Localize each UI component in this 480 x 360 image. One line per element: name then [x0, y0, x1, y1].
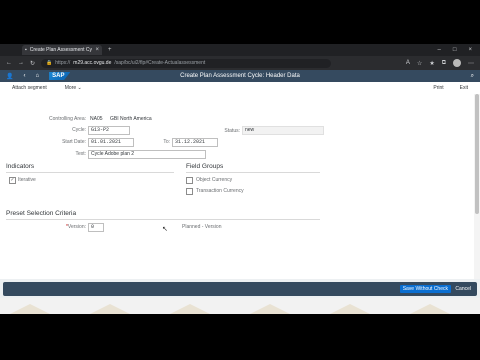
tab-bar: ▪ Create Plan Assessment Cycle: H × + – …: [0, 44, 480, 56]
decor-triangle: [170, 304, 210, 314]
preset-selection-title: Preset Selection Criteria: [6, 210, 77, 217]
page-icon: ▪: [25, 47, 27, 53]
controlling-area-label: Controlling Area:: [49, 116, 86, 122]
profile-avatar[interactable]: [453, 59, 461, 67]
scrollbar-thumb[interactable]: [475, 94, 479, 214]
header-data-form: Controlling Area: NA05 GBI North America…: [0, 94, 474, 279]
url-host: m29.acc.ovgu.de: [73, 60, 112, 66]
footer-toolbar: Save Without Check Cancel: [3, 282, 477, 296]
start-date-label: Start Date:: [62, 139, 86, 145]
maximize-icon[interactable]: □: [453, 47, 457, 53]
mouse-cursor-icon: ↖: [162, 226, 168, 233]
controlling-area-description: GBI North America: [110, 116, 152, 122]
save-without-check-button[interactable]: Save Without Check: [399, 285, 451, 293]
iterative-label: Iterative: [18, 177, 36, 183]
cancel-button[interactable]: Cancel: [453, 285, 473, 293]
address-bar: ← → ↻ 🔒 https://m29.acc.ovgu.de/sap/bc/u…: [0, 56, 480, 70]
field-groups-divider: [186, 172, 320, 173]
window-controls: – □ ×: [438, 47, 472, 53]
minimize-icon[interactable]: –: [438, 47, 441, 53]
browser-toolbar-icons: A ☆ ★ ⧉ ⋯: [406, 59, 474, 67]
favorite-icon[interactable]: ☆: [417, 60, 422, 67]
cycle-field[interactable]: G13-P2: [88, 126, 130, 135]
version-field[interactable]: 0: [88, 223, 104, 232]
home-icon[interactable]: ⌂: [35, 73, 39, 79]
status-label: Status:: [224, 128, 240, 134]
version-description: Planned - Version: [182, 224, 222, 230]
browser-window: ▪ Create Plan Assessment Cycle: H × + – …: [0, 44, 480, 314]
text-field[interactable]: Cycle Adobe plan 2: [88, 150, 206, 159]
decor-triangle: [250, 304, 290, 314]
close-window-icon[interactable]: ×: [468, 47, 472, 53]
cycle-label: Cycle:: [72, 127, 86, 133]
decor-triangle: [410, 304, 450, 314]
exit-button[interactable]: Exit: [460, 85, 468, 91]
browser-tab[interactable]: ▪ Create Plan Assessment Cycle: H ×: [22, 45, 102, 55]
object-currency-checkbox[interactable]: [186, 177, 193, 184]
indicators-divider: [6, 172, 174, 173]
favorites-list-icon[interactable]: ★: [429, 60, 434, 67]
status-value: new: [242, 126, 324, 135]
to-label: To:: [163, 139, 170, 145]
tab-title: Create Plan Assessment Cycle: H: [29, 47, 93, 53]
forward-icon[interactable]: →: [18, 60, 24, 66]
lock-icon: 🔒: [46, 60, 53, 66]
read-aloud-icon[interactable]: A: [406, 60, 410, 66]
field-groups-title: Field Groups: [186, 163, 224, 170]
controlling-area-value: NA05: [90, 116, 103, 122]
print-button[interactable]: Print: [433, 85, 443, 91]
sap-logo[interactable]: SAP: [49, 72, 71, 80]
object-currency-label: Object Currency: [196, 177, 233, 183]
user-icon[interactable]: 👤: [6, 73, 13, 80]
letterbox-bottom: [0, 314, 480, 360]
transaction-currency-label: Transaction Currency: [196, 188, 244, 194]
decor-triangle: [90, 304, 130, 314]
back-nav-icon[interactable]: ‹: [23, 73, 25, 79]
new-tab-icon[interactable]: +: [108, 47, 112, 53]
sap-shell-bar: 👤 ‹ ⌂ SAP Create Plan Assessment Cycle: …: [0, 70, 480, 82]
url-path: /sap/bc/ui2/flp#Create-Actualassessment: [114, 60, 206, 66]
collections-icon[interactable]: ⧉: [442, 60, 446, 67]
decor-triangle: [330, 304, 370, 314]
url-field[interactable]: 🔒 https://m29.acc.ovgu.de/sap/bc/ui2/flp…: [41, 58, 332, 68]
text-label: Text:: [75, 151, 86, 157]
indicators-title: Indicators: [6, 163, 35, 170]
iterative-checkbox[interactable]: ✓: [9, 177, 16, 184]
page-title: Create Plan Assessment Cycle: Header Dat…: [180, 73, 300, 79]
transaction-currency-checkbox[interactable]: [186, 188, 193, 195]
decor-triangle: [10, 304, 50, 314]
background-decoration: [0, 298, 480, 314]
search-icon[interactable]: ⌕: [471, 73, 474, 80]
more-menu-button[interactable]: More ⌄: [65, 85, 82, 91]
version-label-text: Version:: [67, 224, 86, 230]
letterbox-top: [0, 0, 480, 44]
menu-icon[interactable]: ⋯: [468, 60, 474, 67]
back-icon[interactable]: ←: [6, 60, 12, 66]
version-label: *Version:: [58, 224, 86, 230]
vertical-scrollbar[interactable]: [474, 94, 480, 279]
end-date-field[interactable]: 31.12.2021: [172, 138, 218, 147]
preset-divider: [6, 219, 320, 220]
close-tab-icon[interactable]: ×: [95, 47, 99, 53]
reload-icon[interactable]: ↻: [30, 60, 35, 67]
attach-segment-button[interactable]: Attach segment: [12, 85, 47, 91]
start-date-field[interactable]: 01.01.2021: [88, 138, 134, 147]
url-prefix: https://: [55, 60, 71, 66]
